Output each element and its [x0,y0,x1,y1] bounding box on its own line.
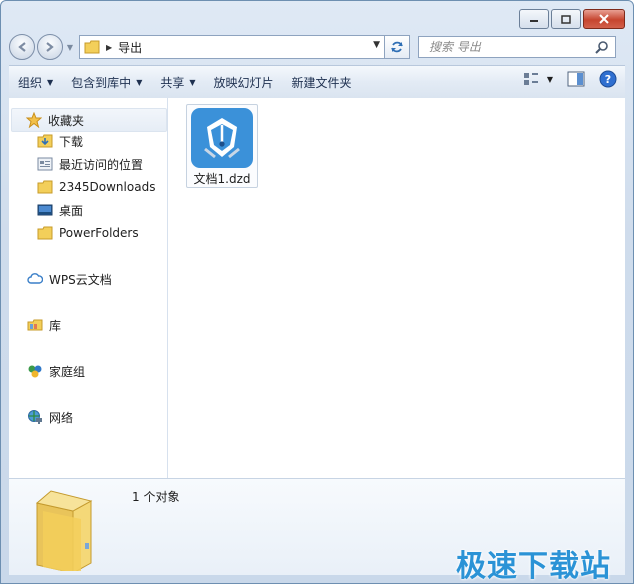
new-folder-button[interactable]: 新建文件夹 [283,70,361,94]
chevron-down-icon: ▼ [136,77,143,87]
wps-cloud-label: WPS云文档 [49,272,112,287]
chevron-down-icon: ▼ [546,74,553,84]
share-menu[interactable]: 共享 ▼ [151,70,204,94]
downloads-folder-icon [37,133,53,149]
chevron-down-icon: ▼ [47,77,54,87]
chevron-down-icon: ▼ [66,42,74,52]
explorer-window: ▼ ▶ 导出 ▼ 组织 ▼ 包含到库中 ▼ 共享 ▼ 放映幻灯片 新建文件夹 ▼ [0,0,634,584]
window-controls [519,9,625,29]
address-row: ▼ ▶ 导出 ▼ [9,33,625,61]
back-arrow-icon [18,42,26,52]
library-label: 库 [49,318,62,333]
homegroup-icon [27,363,43,379]
cloud-icon [27,271,43,287]
view-grid-icon [523,73,538,85]
folder-icon [37,179,53,195]
close-icon [599,14,609,24]
powerfolders-label: PowerFolders [59,226,139,240]
include-in-library-menu[interactable]: 包含到库中 ▼ [62,70,151,94]
close-button[interactable] [583,9,625,29]
view-options-button[interactable]: ▼ [523,72,553,86]
preview-pane-icon[interactable] [567,71,585,87]
details-pane: 1 个对象 极速下载站 [9,478,625,583]
content-area: 收藏夹 下载 最近访问的位置 2345Downloads 桌面 PowerFol… [9,98,625,478]
library-icon [27,317,43,333]
organize-label: 组织 [18,75,43,90]
navigation-pane: 收藏夹 下载 最近访问的位置 2345Downloads 桌面 PowerFol… [9,98,168,478]
breadcrumb-arrow-icon[interactable]: ▶ [106,43,112,52]
star-icon [26,112,42,128]
forward-button[interactable] [37,34,63,60]
file-view: 文档1.dzd [168,98,625,478]
watermark-logo: 极速下载站 [456,549,611,584]
maximize-button[interactable] [551,9,581,29]
large-folder-icon [35,490,93,571]
sidebar-item-2345downloads[interactable]: 2345Downloads [37,176,155,198]
back-button[interactable] [9,34,35,60]
desktop-icon [37,202,53,218]
desktop-label: 桌面 [59,203,84,218]
recent-places-label: 最近访问的位置 [59,157,144,172]
refresh-button[interactable] [385,35,410,59]
sidebar-item-recent-places[interactable]: 最近访问的位置 [37,153,143,175]
search-input[interactable] [427,39,591,55]
svg-text:?: ? [605,73,611,86]
network-icon [27,409,43,425]
folder-icon [84,40,100,54]
item-count: 1 个对象 [132,490,180,504]
sidebar-item-powerfolders[interactable]: PowerFolders [37,222,139,244]
include-label: 包含到库中 [71,75,132,90]
address-bar[interactable]: ▶ 导出 ▼ [79,35,385,59]
file-item[interactable]: 文档1.dzd [186,104,258,188]
file-name: 文档1.dzd [193,172,251,186]
forward-arrow-icon [46,42,54,52]
sidebar-item-desktop[interactable]: 桌面 [37,199,83,221]
homegroup-label: 家庭组 [49,364,86,379]
search-box[interactable] [418,36,616,58]
chevron-down-icon: ▼ [189,77,196,87]
organize-menu[interactable]: 组织 ▼ [9,70,62,94]
sidebar-item-wps-cloud[interactable]: WPS云文档 [27,268,112,290]
search-icon[interactable] [595,40,609,54]
downloads-label: 下载 [59,134,84,149]
recent-pages-dropdown[interactable]: ▼ [65,41,75,53]
network-label: 网络 [49,410,74,425]
share-label: 共享 [160,75,185,90]
sidebar-item-library[interactable]: 库 [27,314,61,336]
minimize-icon [530,20,538,22]
sidebar-item-network[interactable]: 网络 [27,406,73,428]
breadcrumb-current[interactable]: 导出 [118,39,142,56]
folder-icon [37,225,53,241]
slideshow-label: 放映幻灯片 [213,75,274,90]
slideshow-button[interactable]: 放映幻灯片 [205,70,283,94]
sidebar-item-homegroup[interactable]: 家庭组 [27,360,85,382]
command-bar: 组织 ▼ 包含到库中 ▼ 共享 ▼ 放映幻灯片 新建文件夹 ▼ ? [9,65,625,99]
refresh-icon [391,41,403,53]
help-icon[interactable]: ? [599,70,617,88]
sidebar-item-downloads[interactable]: 下载 [37,130,83,152]
2345downloads-label: 2345Downloads [59,180,156,194]
sidebar-item-favorites[interactable]: 收藏夹 [11,108,167,132]
maximize-icon [561,14,571,24]
address-dropdown-icon[interactable]: ▼ [373,40,380,50]
favorites-label: 收藏夹 [48,113,85,128]
minimize-button[interactable] [519,9,549,29]
recent-places-icon [37,156,53,172]
pen-nib-icon [191,108,253,168]
new-folder-label: 新建文件夹 [291,75,352,90]
